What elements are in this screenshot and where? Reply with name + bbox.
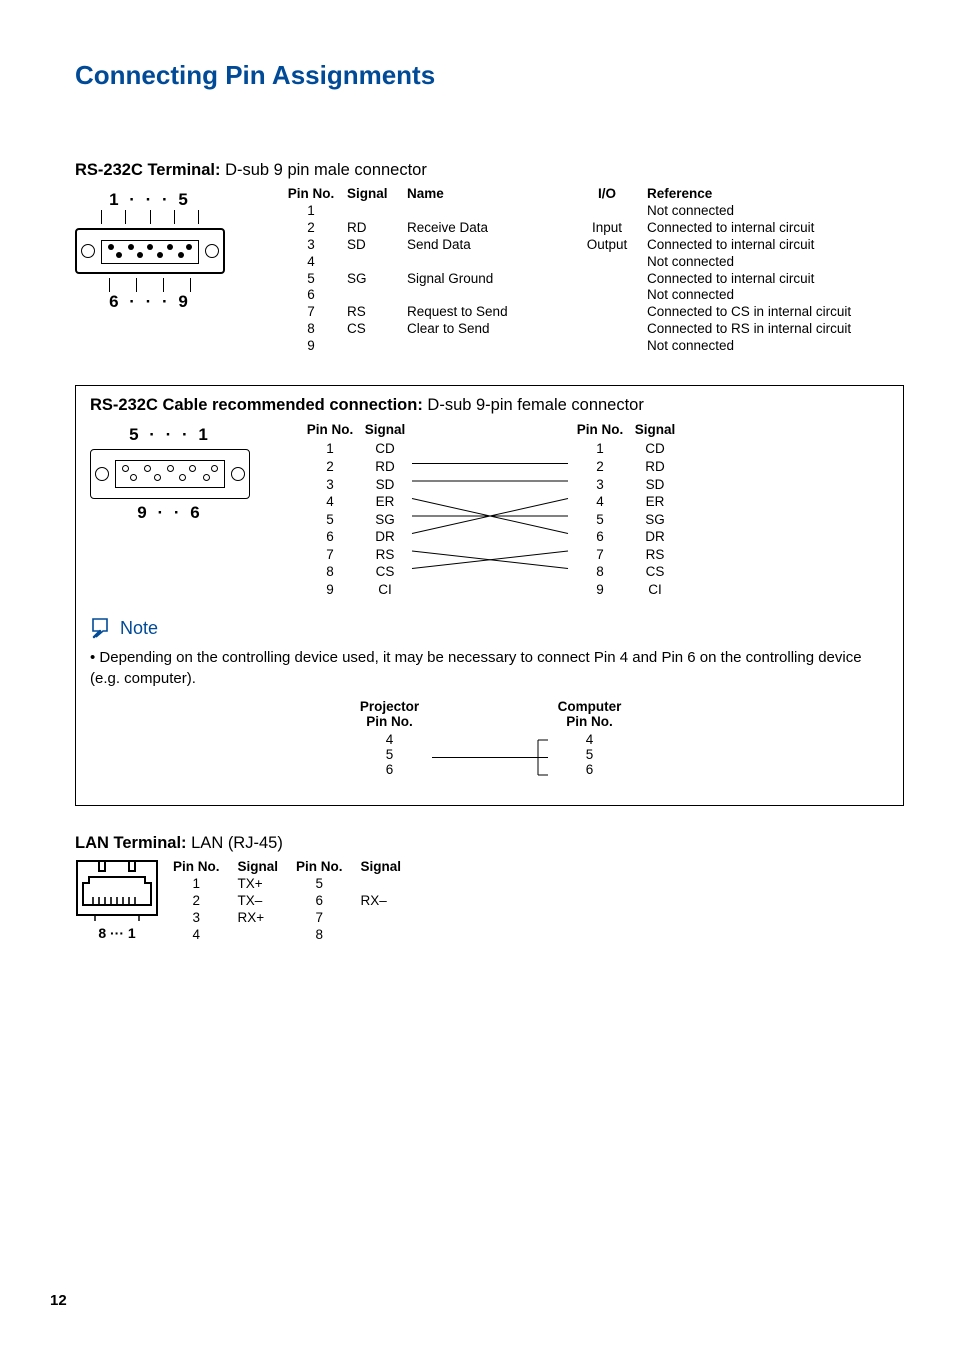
list-item: DR (360, 528, 410, 546)
list-item: SG (360, 511, 410, 529)
list-item: 5 (300, 511, 360, 529)
table-row: 6Not connected (285, 287, 904, 304)
list-item: CS (360, 563, 410, 581)
page-title: Connecting Pin Assignments (75, 60, 904, 91)
heading-bold: RS-232C Terminal: (75, 161, 221, 179)
table-row: 2TX–6RX– (173, 893, 419, 910)
list-item: 8 (570, 563, 630, 581)
note-icon (90, 616, 114, 640)
lan-pin-table: Pin No. Signal Pin No. Signal 1TX+52TX–6… (173, 859, 419, 944)
list-item: 5 (570, 511, 630, 529)
list-item: CS (630, 563, 680, 581)
heading-rest: D-sub 9 pin male connector (221, 161, 427, 179)
list-item: 4 (550, 732, 630, 747)
table-row: 7RSRequest to SendConnected to CS in int… (285, 304, 904, 321)
db9-male-diagram: 1 · · · 5 6 · · · 9 (75, 186, 285, 312)
lan-col-signal-l: Signal (238, 859, 297, 876)
list-item: 5 (550, 747, 630, 762)
list-item: 3 (570, 476, 630, 494)
db9m-top-label: 1 · · · 5 (75, 190, 225, 210)
lan-col-signal-r: Signal (361, 859, 420, 876)
computer-header: ComputerPin No. (550, 699, 630, 732)
table-row: 5SGSignal GroundConnected to internal ci… (285, 271, 904, 288)
lan-col-pin-r: Pin No. (296, 859, 361, 876)
col-io: I/O (577, 186, 647, 203)
table-row: 3RX+7 (173, 910, 419, 927)
col-name: Name (407, 186, 577, 203)
rs232c-pin-table: Pin No. Signal Name I/O Reference 1Not c… (285, 186, 904, 355)
table-row: 9Not connected (285, 338, 904, 355)
cable-connection-lines (410, 438, 570, 598)
list-item: CI (630, 581, 680, 599)
list-item: RS (630, 546, 680, 564)
db9-female-diagram: 5 · · · 1 9 · · 6 (90, 421, 300, 523)
db9f-bottom-label: 9 · · 6 (90, 503, 250, 523)
list-item: 8 (300, 563, 360, 581)
list-item: 1 (300, 440, 360, 458)
col-reference: Reference (647, 186, 904, 203)
list-item: 9 (570, 581, 630, 599)
list-item: 4 (300, 493, 360, 511)
map-col-pin: Pin No. (300, 421, 360, 441)
list-item: 4 (570, 493, 630, 511)
list-item: RS (360, 546, 410, 564)
table-row: 48 (173, 927, 419, 944)
table-row: 8CSClear to SendConnected to RS in inter… (285, 321, 904, 338)
table-row: 1TX+5 (173, 876, 419, 893)
list-item: 1 (570, 440, 630, 458)
list-item: 7 (570, 546, 630, 564)
lan-heading: LAN Terminal: LAN (RJ-45) (75, 834, 904, 853)
list-item: SD (360, 476, 410, 494)
list-item: 7 (300, 546, 360, 564)
list-item: 6 (550, 762, 630, 777)
list-item: 9 (300, 581, 360, 599)
table-row: 2RDReceive DataInputConnected to interna… (285, 220, 904, 237)
page-number: 12 (50, 1292, 67, 1309)
note-label: Note (120, 618, 158, 639)
cable-heading: RS-232C Cable recommended connection: D-… (90, 396, 889, 415)
projector-computer-map: ProjectorPin No. 456 ComputerPin No. 456 (90, 699, 889, 791)
db9m-bottom-label: 6 · · · 9 (75, 292, 225, 312)
list-item: 6 (350, 762, 430, 777)
list-item: 4 (350, 732, 430, 747)
table-row: 1Not connected (285, 203, 904, 220)
map-col-signal: Signal (360, 421, 410, 441)
list-item: SD (630, 476, 680, 494)
lan-col-pin-l: Pin No. (173, 859, 238, 876)
list-item: 6 (300, 528, 360, 546)
projector-connection-lines (430, 732, 550, 788)
rs232c-terminal-heading: RS-232C Terminal: D-sub 9 pin male conne… (75, 161, 904, 180)
map-col-signal-r: Signal (630, 421, 680, 441)
list-item: CD (630, 440, 680, 458)
table-row: 3SDSend DataOutputConnected to internal … (285, 237, 904, 254)
heading-bold: RS-232C Cable recommended connection: (90, 396, 423, 414)
projector-header: ProjectorPin No. (350, 699, 430, 732)
list-item: ER (630, 493, 680, 511)
list-item: ER (360, 493, 410, 511)
list-item: RD (630, 458, 680, 476)
heading-rest: D-sub 9-pin female connector (423, 396, 644, 414)
cable-pin-map: Pin No. 123456789 Signal CDRDSDERSGDRRSC… (300, 421, 680, 598)
col-signal: Signal (347, 186, 407, 203)
note-text: • Depending on the controlling device us… (90, 648, 889, 689)
heading-bold: LAN Terminal: (75, 834, 187, 852)
col-pin: Pin No. (285, 186, 347, 203)
list-item: 5 (350, 747, 430, 762)
cable-connection-box: RS-232C Cable recommended connection: D-… (75, 385, 904, 806)
rj45-label: 8 ··· 1 (75, 925, 159, 941)
list-item: CD (360, 440, 410, 458)
list-item: CI (360, 581, 410, 599)
db9f-top-label: 5 · · · 1 (90, 425, 250, 445)
list-item: 3 (300, 476, 360, 494)
list-item: SG (630, 511, 680, 529)
list-item: 2 (300, 458, 360, 476)
list-item: 2 (570, 458, 630, 476)
list-item: 6 (570, 528, 630, 546)
list-item: RD (360, 458, 410, 476)
rj45-diagram: 8 ··· 1 (75, 859, 159, 941)
list-item: DR (630, 528, 680, 546)
table-row: 4Not connected (285, 254, 904, 271)
heading-rest: LAN (RJ-45) (187, 834, 283, 852)
map-col-pin-r: Pin No. (570, 421, 630, 441)
